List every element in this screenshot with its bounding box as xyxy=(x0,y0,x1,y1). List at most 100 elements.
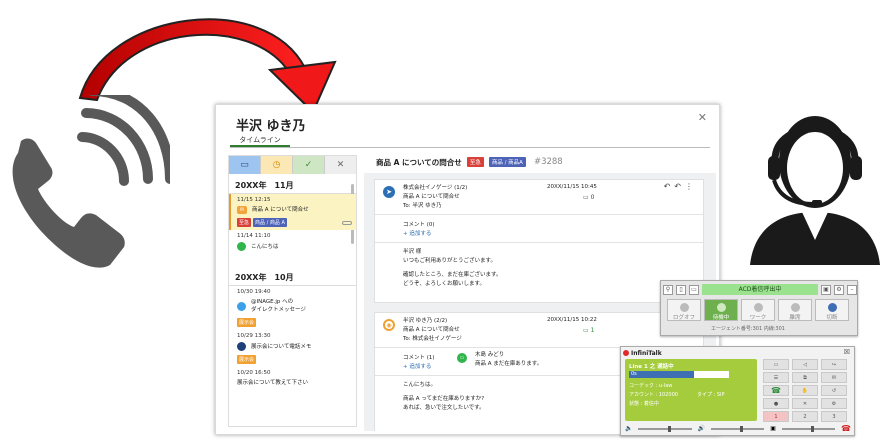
mic-volume-slider[interactable] xyxy=(638,425,692,432)
month-header: 20XX年 11月 xyxy=(229,174,356,194)
close-icon[interactable]: ✕ xyxy=(698,111,707,124)
add-comment-link[interactable]: + 追加する xyxy=(403,362,431,370)
record-icon[interactable]: ● xyxy=(763,398,789,409)
telephone-icon xyxy=(12,95,170,268)
timeline-item[interactable]: 11/14 11:10 こんにちは xyxy=(229,230,356,254)
tab-divider xyxy=(230,147,710,148)
call-duration: 0s xyxy=(631,371,637,377)
lock-icon: ▣ xyxy=(770,425,776,432)
clock-icon[interactable]: ◷ xyxy=(261,156,293,174)
item-text: 展示会について教えて下さい xyxy=(237,380,309,386)
user-icon: ◉ xyxy=(383,319,395,331)
timeline-panel: ▭ ◷ ✓ ✕ 20XX年 11月 11/15 12:15 ✉ 商品 A につい… xyxy=(228,155,357,427)
item-time: 11/15 12:15 xyxy=(237,197,271,203)
timeline-item[interactable]: 10/20 16:50 展示会について教えて下さい xyxy=(229,367,356,390)
contacts-icon[interactable]: ☰ xyxy=(763,372,789,383)
divider xyxy=(375,214,703,215)
line-key-2[interactable]: 2 xyxy=(792,411,818,422)
acd-toolbar: ⚲ ▯ ▭ ACD着信呼出中 ▣ ⚙ – ログオフ 待機中 ワーク 離席 切断 … xyxy=(660,280,858,336)
speaker-volume-slider[interactable] xyxy=(711,425,765,432)
operator-headset-icon xyxy=(750,116,880,265)
comment-avatar: ▭ xyxy=(457,353,467,363)
infinitalk-window: InfiniTalk ☒ Line 1 之 通話中 0s コーデック : u-l… xyxy=(620,346,855,436)
search-icon[interactable]: ⚲ xyxy=(663,284,673,295)
tag-badge: 商品 / 商品 A xyxy=(253,218,287,227)
timeline-item[interactable]: 11/15 12:15 ✉ 商品 A について問合せ 至急 商品 / 商品 A xyxy=(229,194,356,230)
item-time: 10/20 16:50 xyxy=(237,370,271,376)
comment-count: ▭ 0 xyxy=(583,194,595,201)
tools-icon[interactable]: ✕ xyxy=(792,398,818,409)
infinitalk-title: InfiniTalk xyxy=(631,350,662,357)
close-icon[interactable]: ✕ xyxy=(325,156,356,174)
disconnect-button[interactable]: 切断 xyxy=(815,299,849,321)
speaker-icon[interactable]: ◁ xyxy=(792,359,818,370)
inbox-icon[interactable]: ▭ xyxy=(229,156,261,174)
transfer-icon[interactable]: ▭ xyxy=(763,359,789,370)
volume-controls: 🔈 🔊 ▣ ☎ xyxy=(625,424,851,433)
gear-icon[interactable]: ⚙ xyxy=(834,284,844,295)
mail-icon[interactable]: ✉ xyxy=(821,372,847,383)
message-actions[interactable]: ↶↶⋮ xyxy=(664,182,697,191)
line-key-1[interactable]: 1 xyxy=(763,411,789,422)
message-subject: 商品 A について問合せ xyxy=(403,327,460,333)
line-status: Line 1 之 通話中 xyxy=(629,364,674,370)
item-time: 11/14 11:10 xyxy=(237,233,271,239)
work-button[interactable]: ワーク xyxy=(741,299,775,321)
window-icon[interactable]: ▣ xyxy=(821,284,831,295)
message-from: 半沢 ゆき乃 (2/2) xyxy=(403,318,448,324)
tag-badge: 至急 xyxy=(237,218,252,227)
comment-count: ▭ 1 xyxy=(583,327,595,334)
call-progress xyxy=(629,371,729,378)
answer-icon[interactable]: ☎ xyxy=(763,385,789,396)
forward-icon[interactable]: ↪ xyxy=(821,359,847,370)
twitter-icon xyxy=(237,301,246,311)
settings-icon[interactable]: ⚙ xyxy=(821,398,847,409)
item-text: こんにちは xyxy=(251,243,279,250)
speaker-volume-icon: 🔊 xyxy=(697,425,706,432)
comment-text: 商品 A まだ在庫あります。 xyxy=(475,361,543,367)
line-key-3[interactable]: 3 xyxy=(821,411,847,422)
away-button[interactable]: 離席 xyxy=(778,299,812,321)
minimize-icon[interactable]: – xyxy=(847,284,857,295)
check-icon[interactable]: ✓ xyxy=(293,156,325,174)
close-icon[interactable]: ☒ xyxy=(844,348,850,356)
ring-volume-slider[interactable] xyxy=(781,425,836,432)
tag-badge: 展示会 xyxy=(237,355,257,364)
phone-icon[interactable]: ▯ xyxy=(676,284,686,295)
link-icon[interactable] xyxy=(342,220,352,225)
acd-status: ACD着信呼出中 xyxy=(702,284,818,295)
hangup-icon[interactable]: ☎ xyxy=(841,424,851,433)
divider xyxy=(375,242,703,243)
timeline-toolbar: ▭ ◷ ✓ ✕ xyxy=(229,156,356,174)
hold-icon[interactable]: ✋ xyxy=(792,385,818,396)
stage: ✕ 半沢 ゆき乃 タイムライン ▭ ◷ ✓ ✕ 20XX年 11月 11/15 … xyxy=(0,0,895,443)
tag-badge: 展示会 xyxy=(237,318,257,327)
ticket-subject: 商品 A についての問合せ xyxy=(376,157,462,167)
timeline-item[interactable]: 10/29 13:30 展示会について電話メモ 展示会 xyxy=(229,330,356,367)
conference-icon[interactable]: ⧉ xyxy=(792,372,818,383)
message-body: 半沢 様 いつもご利用ありがとうございます。 確認したところ、まだ在庫ございます… xyxy=(403,249,502,287)
add-comment-link[interactable]: + 追加する xyxy=(403,229,431,237)
subject-bar: 商品 A についての問合せ 至急 商品 / 商品A #3288 xyxy=(364,151,716,173)
message-date: 20XX/11/15 10:45 xyxy=(547,184,597,190)
redial-icon[interactable]: ↺ xyxy=(821,385,847,396)
comment-label: コメント (1) xyxy=(403,355,435,361)
comment-author: 木島 みどり xyxy=(475,352,505,358)
state-label: 状態 : 着信中 xyxy=(629,401,659,407)
logoff-button[interactable]: ログオフ xyxy=(667,299,701,321)
item-text: ダイレクトメッセージ xyxy=(251,307,306,313)
message-body: こんにちは。 商品 A ってまだ在庫ありますか? あれば、急いで注文したいです。 xyxy=(403,382,485,411)
item-text: 商品 A について問合せ xyxy=(252,207,309,213)
phone-icon xyxy=(237,342,246,351)
message-subject: 商品 A について問合せ xyxy=(403,194,460,200)
codec-label: コーデック : u-law xyxy=(629,383,673,389)
month-header: 20XX年 10月 xyxy=(229,266,356,286)
call-status-panel: Line 1 之 通話中 0s コーデック : u-law アカウント : 10… xyxy=(625,359,757,421)
mic-icon: 🔈 xyxy=(625,425,633,432)
item-time: 10/30 19:40 xyxy=(237,289,271,295)
monitor-icon[interactable]: ▭ xyxy=(689,284,699,295)
standby-button[interactable]: 待機中 xyxy=(704,299,738,321)
timeline-item[interactable]: 10/30 19:40 @INAGE.jp への ダイレクトメッセージ 展示会 xyxy=(229,286,356,330)
tab-timeline[interactable]: タイムライン xyxy=(230,135,290,145)
account-label: アカウント : 102000 xyxy=(629,392,678,398)
